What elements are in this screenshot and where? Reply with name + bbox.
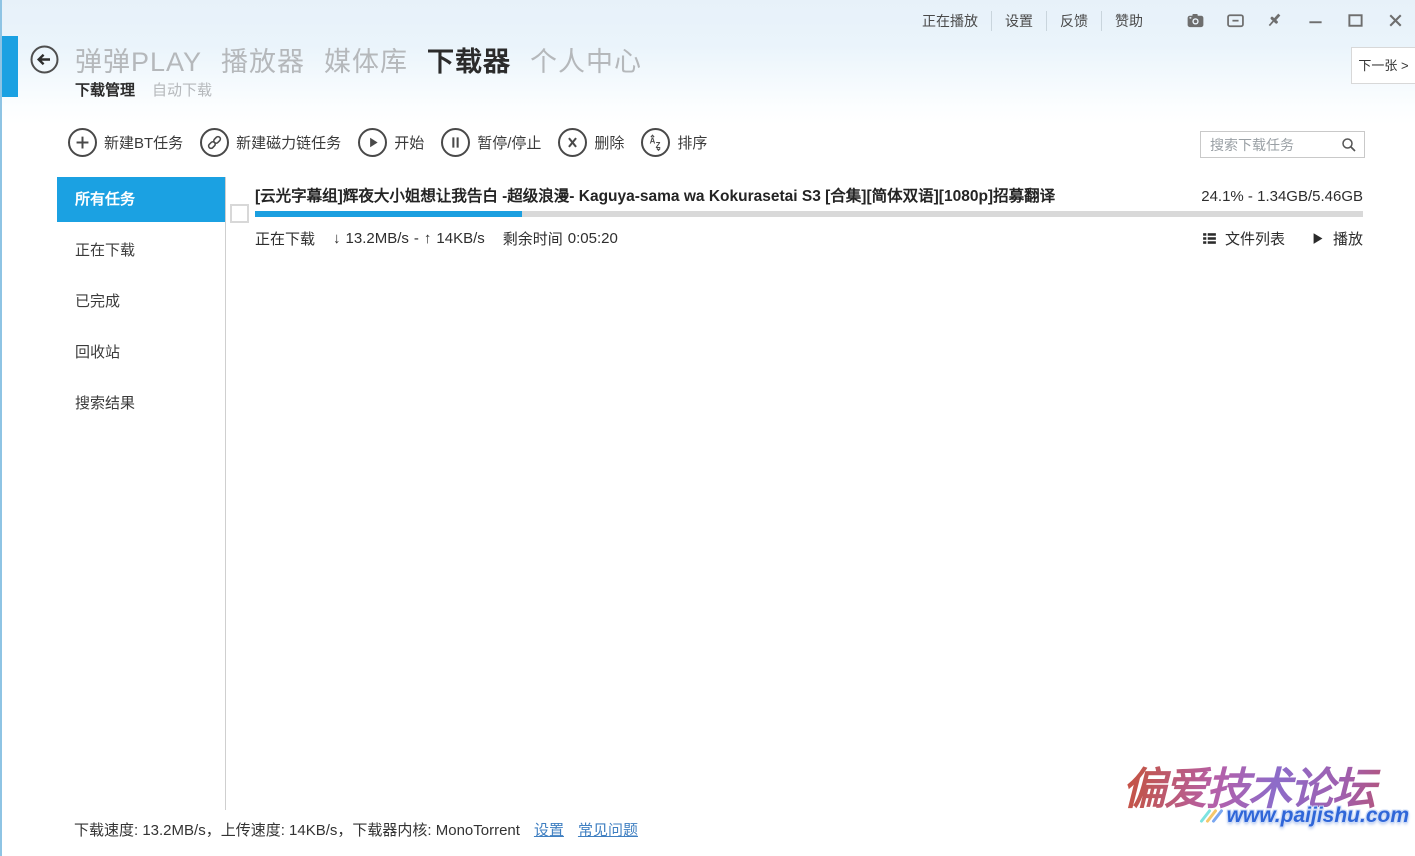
tool-label: 新建BT任务 bbox=[104, 132, 183, 153]
file-list-label: 文件列表 bbox=[1225, 228, 1285, 249]
task-status-group: 正在下载 ↓ 13.2MB/s - ↑ 14KB/s 剩余时间 0:05:20 bbox=[255, 228, 618, 249]
tool-label: 新建磁力链任务 bbox=[236, 132, 341, 153]
tool-label: 排序 bbox=[677, 132, 707, 153]
eta-label: 剩余时间 bbox=[503, 228, 563, 249]
next-image-button[interactable]: 下一张 > bbox=[1351, 47, 1415, 84]
upload-speed: 14KB/s bbox=[436, 230, 484, 247]
task-progress-stats: 24.1% - 1.34GB/5.46GB bbox=[1201, 188, 1363, 205]
camera-icon[interactable] bbox=[1184, 9, 1207, 32]
file-list-button[interactable]: 文件列表 bbox=[1201, 228, 1285, 249]
plus-icon bbox=[68, 128, 97, 157]
pause-stop-button[interactable]: 暂停/停止 bbox=[441, 128, 541, 157]
progress-bar bbox=[255, 211, 1363, 217]
upload-arrow-icon: ↑ bbox=[424, 230, 432, 247]
sub-nav: 下载管理 自动下载 bbox=[75, 79, 212, 100]
nav-item-player[interactable]: 播放器 bbox=[221, 40, 305, 79]
download-arrow-icon: ↓ bbox=[333, 230, 341, 247]
sidebar-item-completed[interactable]: 已完成 bbox=[57, 279, 226, 324]
download-speed: 13.2MB/s bbox=[346, 230, 409, 247]
play-icon bbox=[1309, 230, 1326, 247]
back-icon[interactable] bbox=[30, 45, 59, 74]
sidebar: 所有任务 正在下载 已完成 回收站 搜索结果 bbox=[57, 177, 226, 432]
status-bar: 下载速度: 13.2MB/s，上传速度: 14KB/s，下载器内核: MonoT… bbox=[74, 819, 638, 840]
watermark: 偏爱技术论坛 www.paijishu.com bbox=[1083, 766, 1413, 856]
file-list-icon bbox=[1201, 230, 1218, 247]
magnet-link-icon bbox=[200, 128, 229, 157]
boss-key-icon[interactable] bbox=[1224, 9, 1247, 32]
status-bar-text: 下载速度: 13.2MB/s，上传速度: 14KB/s，下载器内核: MonoT… bbox=[74, 819, 520, 840]
delete-button[interactable]: 删除 bbox=[558, 128, 624, 157]
window-controls bbox=[1184, 9, 1407, 32]
tab-download-manage[interactable]: 下载管理 bbox=[75, 79, 135, 100]
svg-text:A: A bbox=[650, 137, 656, 146]
watermark-url: www.paijishu.com bbox=[1227, 804, 1409, 828]
sort-az-icon: AZ bbox=[641, 128, 670, 157]
maximize-icon[interactable] bbox=[1344, 9, 1367, 32]
sidebar-item-recycle-bin[interactable]: 回收站 bbox=[57, 330, 226, 375]
nav-item-dandanplay[interactable]: 弹弹PLAY bbox=[75, 40, 202, 79]
play-icon bbox=[358, 128, 387, 157]
pause-icon bbox=[441, 128, 470, 157]
nav-item-downloader[interactable]: 下载器 bbox=[427, 40, 511, 79]
search-input[interactable] bbox=[1210, 137, 1340, 153]
task-checkbox[interactable] bbox=[230, 204, 249, 223]
task-line1: [云光字幕组]辉夜大小姐想让我告白 -超级浪漫- Kaguya-sama wa … bbox=[255, 184, 1363, 206]
faq-link[interactable]: 常见问题 bbox=[578, 819, 638, 840]
speed-separator: - bbox=[414, 230, 419, 247]
delete-x-icon bbox=[558, 128, 587, 157]
titlebar: 正在播放 设置 反馈 赞助 bbox=[909, 9, 1407, 32]
new-bt-task-button[interactable]: 新建BT任务 bbox=[68, 128, 183, 157]
minimize-icon[interactable] bbox=[1304, 9, 1327, 32]
progress-fill bbox=[255, 211, 522, 217]
tab-auto-download[interactable]: 自动下载 bbox=[152, 79, 212, 100]
tool-label: 删除 bbox=[594, 132, 624, 153]
task-line2: 正在下载 ↓ 13.2MB/s - ↑ 14KB/s 剩余时间 0:05:20 … bbox=[255, 228, 1363, 249]
settings-link[interactable]: 设置 bbox=[534, 819, 564, 840]
app-window: 正在播放 设置 反馈 赞助 bbox=[0, 0, 1415, 856]
search-icon[interactable] bbox=[1340, 136, 1358, 154]
tool-label: 开始 bbox=[394, 132, 424, 153]
play-task-button[interactable]: 播放 bbox=[1309, 228, 1363, 249]
sidebar-item-all-tasks[interactable]: 所有任务 bbox=[57, 177, 226, 222]
pin-icon[interactable] bbox=[1264, 9, 1287, 32]
task-title: [云光字幕组]辉夜大小姐想让我告白 -超级浪漫- Kaguya-sama wa … bbox=[255, 184, 1055, 206]
task-row[interactable]: [云光字幕组]辉夜大小姐想让我告白 -超级浪漫- Kaguya-sama wa … bbox=[230, 184, 1363, 249]
play-label: 播放 bbox=[1333, 228, 1363, 249]
eta-value: 0:05:20 bbox=[568, 230, 618, 247]
sidebar-item-downloading[interactable]: 正在下载 bbox=[57, 228, 226, 273]
watermark-slashes-icon bbox=[1204, 808, 1219, 824]
nav-item-profile[interactable]: 个人中心 bbox=[530, 40, 642, 79]
sidebar-divider bbox=[225, 177, 226, 810]
accent-bar bbox=[2, 36, 18, 97]
sort-button[interactable]: AZ 排序 bbox=[641, 128, 707, 157]
search-box bbox=[1200, 131, 1365, 158]
new-magnet-task-button[interactable]: 新建磁力链任务 bbox=[200, 128, 341, 157]
menu-donate[interactable]: 赞助 bbox=[1102, 11, 1156, 31]
main-nav: 弹弹PLAY 播放器 媒体库 下载器 个人中心 bbox=[30, 40, 642, 79]
nav-items: 弹弹PLAY 播放器 媒体库 下载器 个人中心 bbox=[75, 40, 642, 79]
close-icon[interactable] bbox=[1384, 9, 1407, 32]
tool-label: 暂停/停止 bbox=[477, 132, 541, 153]
toolbar: 新建BT任务 新建磁力链任务 开始 暂停/停止 删除 bbox=[68, 128, 707, 157]
start-button[interactable]: 开始 bbox=[358, 128, 424, 157]
menu-settings[interactable]: 设置 bbox=[992, 11, 1047, 31]
task-status: 正在下载 bbox=[255, 228, 315, 249]
menu-feedback[interactable]: 反馈 bbox=[1047, 11, 1102, 31]
task-list: [云光字幕组]辉夜大小姐想让我告白 -超级浪漫- Kaguya-sama wa … bbox=[230, 184, 1363, 249]
titlebar-menu: 正在播放 设置 反馈 赞助 bbox=[909, 11, 1156, 31]
nav-item-media-library[interactable]: 媒体库 bbox=[324, 40, 408, 79]
menu-now-playing[interactable]: 正在播放 bbox=[909, 11, 992, 31]
task-actions: 文件列表 播放 bbox=[1201, 228, 1363, 249]
sidebar-item-search-results[interactable]: 搜索结果 bbox=[57, 381, 226, 426]
